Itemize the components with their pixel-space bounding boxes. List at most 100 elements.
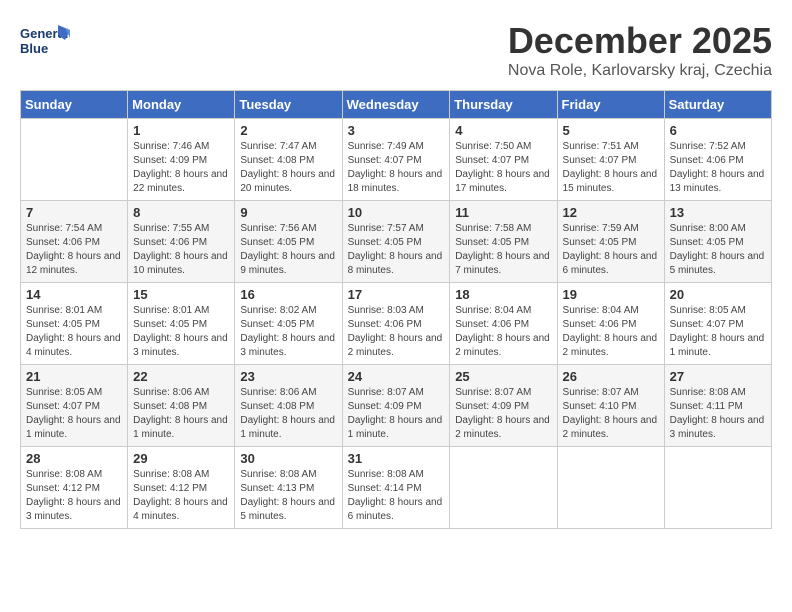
calendar-cell: 6 Sunrise: 7:52 AMSunset: 4:06 PMDaylight… — [664, 119, 771, 201]
calendar-week-row: 28 Sunrise: 8:08 AMSunset: 4:12 PMDayligh… — [21, 447, 772, 529]
day-number: 10 — [348, 205, 445, 220]
calendar-header-wednesday: Wednesday — [342, 91, 450, 119]
calendar-cell: 28 Sunrise: 8:08 AMSunset: 4:12 PMDayligh… — [21, 447, 128, 529]
day-info: Sunrise: 7:55 AMSunset: 4:06 PMDaylight:… — [133, 222, 229, 278]
day-number: 5 — [563, 123, 659, 138]
day-number: 26 — [563, 369, 659, 384]
calendar-header-tuesday: Tuesday — [235, 91, 342, 119]
calendar-header-row: SundayMondayTuesdayWednesdayThursdayFrid… — [21, 91, 772, 119]
day-number: 25 — [455, 369, 551, 384]
calendar-header-monday: Monday — [128, 91, 235, 119]
calendar-cell: 31Sunrise: 8:08 AMSunset: 4:14 PMDayligh… — [342, 447, 450, 529]
calendar-cell: 3 Sunrise: 7:49 AMSunset: 4:07 PMDaylight… — [342, 119, 450, 201]
day-info: Sunrise: 8:07 AMSunset: 4:09 PMDaylight:… — [348, 386, 445, 442]
day-number: 6 — [670, 123, 766, 138]
day-number: 1 — [133, 123, 229, 138]
calendar-cell: 14 Sunrise: 8:01 AMSunset: 4:05 PMDayligh… — [21, 283, 128, 365]
calendar-cell: 20 Sunrise: 8:05 AMSunset: 4:07 PMDayligh… — [664, 283, 771, 365]
calendar-cell: 2Sunrise: 7:47 AMSunset: 4:08 PMDaylight… — [235, 119, 342, 201]
day-info: Sunrise: 8:00 AMSunset: 4:05 PMDaylight:… — [670, 222, 766, 278]
day-number: 14 — [26, 287, 122, 302]
day-info: Sunrise: 7:50 AMSunset: 4:07 PMDaylight:… — [455, 140, 551, 196]
day-number: 23 — [240, 369, 336, 384]
calendar-header-sunday: Sunday — [21, 91, 128, 119]
logo-icon: General Blue — [20, 20, 70, 60]
day-info: Sunrise: 8:08 AMSunset: 4:11 PMDaylight:… — [670, 386, 766, 442]
day-number: 21 — [26, 369, 122, 384]
day-info: Sunrise: 8:05 AMSunset: 4:07 PMDaylight:… — [670, 304, 766, 360]
calendar-cell — [450, 447, 557, 529]
day-info: Sunrise: 8:06 AMSunset: 4:08 PMDaylight:… — [133, 386, 229, 442]
day-info: Sunrise: 8:07 AMSunset: 4:09 PMDaylight:… — [455, 386, 551, 442]
day-number: 7 — [26, 205, 122, 220]
day-number: 19 — [563, 287, 659, 302]
calendar-cell: 13Sunrise: 8:00 AMSunset: 4:05 PMDayligh… — [664, 201, 771, 283]
calendar-cell: 9 Sunrise: 7:56 AMSunset: 4:05 PMDaylight… — [235, 201, 342, 283]
day-info: Sunrise: 8:08 AMSunset: 4:12 PMDaylight:… — [133, 468, 229, 524]
day-number: 2 — [240, 123, 336, 138]
day-info: Sunrise: 8:02 AMSunset: 4:05 PMDaylight:… — [240, 304, 336, 360]
calendar-cell: 7Sunrise: 7:54 AMSunset: 4:06 PMDaylight… — [21, 201, 128, 283]
calendar-cell: 12Sunrise: 7:59 AMSunset: 4:05 PMDayligh… — [557, 201, 664, 283]
calendar-cell: 5 Sunrise: 7:51 AMSunset: 4:07 PMDaylight… — [557, 119, 664, 201]
calendar-week-row: 7Sunrise: 7:54 AMSunset: 4:06 PMDaylight… — [21, 201, 772, 283]
calendar-cell: 30 Sunrise: 8:08 AMSunset: 4:13 PMDayligh… — [235, 447, 342, 529]
day-number: 24 — [348, 369, 445, 384]
calendar-cell — [557, 447, 664, 529]
page-header: General Blue December 2025 Nova Role, Ka… — [20, 20, 772, 80]
calendar-cell: 29 Sunrise: 8:08 AMSunset: 4:12 PMDayligh… — [128, 447, 235, 529]
calendar-header-saturday: Saturday — [664, 91, 771, 119]
calendar-cell: 8 Sunrise: 7:55 AMSunset: 4:06 PMDaylight… — [128, 201, 235, 283]
calendar-header-thursday: Thursday — [450, 91, 557, 119]
day-number: 30 — [240, 451, 336, 466]
title-block: December 2025 Nova Role, Karlovarsky kra… — [508, 20, 772, 80]
calendar-cell: 23 Sunrise: 8:06 AMSunset: 4:08 PMDayligh… — [235, 365, 342, 447]
calendar-cell: 27Sunrise: 8:08 AMSunset: 4:11 PMDayligh… — [664, 365, 771, 447]
day-info: Sunrise: 8:04 AMSunset: 4:06 PMDaylight:… — [455, 304, 551, 360]
month-title: December 2025 — [508, 20, 772, 62]
calendar-cell: 25 Sunrise: 8:07 AMSunset: 4:09 PMDayligh… — [450, 365, 557, 447]
calendar-week-row: 1 Sunrise: 7:46 AMSunset: 4:09 PMDaylight… — [21, 119, 772, 201]
calendar-week-row: 21 Sunrise: 8:05 AMSunset: 4:07 PMDayligh… — [21, 365, 772, 447]
calendar-cell — [664, 447, 771, 529]
calendar-cell: 19 Sunrise: 8:04 AMSunset: 4:06 PMDayligh… — [557, 283, 664, 365]
day-number: 3 — [348, 123, 445, 138]
calendar-cell: 24 Sunrise: 8:07 AMSunset: 4:09 PMDayligh… — [342, 365, 450, 447]
day-number: 8 — [133, 205, 229, 220]
day-info: Sunrise: 7:57 AMSunset: 4:05 PMDaylight:… — [348, 222, 445, 278]
calendar-cell: 22Sunrise: 8:06 AMSunset: 4:08 PMDayligh… — [128, 365, 235, 447]
day-info: Sunrise: 7:56 AMSunset: 4:05 PMDaylight:… — [240, 222, 336, 278]
calendar-cell: 10 Sunrise: 7:57 AMSunset: 4:05 PMDayligh… — [342, 201, 450, 283]
day-info: Sunrise: 8:07 AMSunset: 4:10 PMDaylight:… — [563, 386, 659, 442]
calendar-week-row: 14 Sunrise: 8:01 AMSunset: 4:05 PMDayligh… — [21, 283, 772, 365]
day-info: Sunrise: 8:06 AMSunset: 4:08 PMDaylight:… — [240, 386, 336, 442]
day-number: 20 — [670, 287, 766, 302]
day-info: Sunrise: 7:49 AMSunset: 4:07 PMDaylight:… — [348, 140, 445, 196]
day-info: Sunrise: 7:51 AMSunset: 4:07 PMDaylight:… — [563, 140, 659, 196]
day-info: Sunrise: 8:04 AMSunset: 4:06 PMDaylight:… — [563, 304, 659, 360]
calendar-header-friday: Friday — [557, 91, 664, 119]
logo: General Blue — [20, 20, 74, 60]
day-info: Sunrise: 8:01 AMSunset: 4:05 PMDaylight:… — [26, 304, 122, 360]
day-info: Sunrise: 8:08 AMSunset: 4:13 PMDaylight:… — [240, 468, 336, 524]
calendar-table: SundayMondayTuesdayWednesdayThursdayFrid… — [20, 90, 772, 529]
day-info: Sunrise: 7:58 AMSunset: 4:05 PMDaylight:… — [455, 222, 551, 278]
day-number: 9 — [240, 205, 336, 220]
calendar-cell: 21 Sunrise: 8:05 AMSunset: 4:07 PMDayligh… — [21, 365, 128, 447]
day-number: 28 — [26, 451, 122, 466]
day-number: 15 — [133, 287, 229, 302]
day-info: Sunrise: 7:46 AMSunset: 4:09 PMDaylight:… — [133, 140, 229, 196]
day-info: Sunrise: 8:08 AMSunset: 4:14 PMDaylight:… — [348, 468, 445, 524]
day-info: Sunrise: 7:52 AMSunset: 4:06 PMDaylight:… — [670, 140, 766, 196]
calendar-cell: 16Sunrise: 8:02 AMSunset: 4:05 PMDayligh… — [235, 283, 342, 365]
day-number: 12 — [563, 205, 659, 220]
day-info: Sunrise: 8:05 AMSunset: 4:07 PMDaylight:… — [26, 386, 122, 442]
day-number: 18 — [455, 287, 551, 302]
calendar-cell: 1 Sunrise: 7:46 AMSunset: 4:09 PMDaylight… — [128, 119, 235, 201]
calendar-cell: 17Sunrise: 8:03 AMSunset: 4:06 PMDayligh… — [342, 283, 450, 365]
day-info: Sunrise: 8:08 AMSunset: 4:12 PMDaylight:… — [26, 468, 122, 524]
svg-text:Blue: Blue — [20, 41, 48, 56]
day-number: 29 — [133, 451, 229, 466]
calendar-cell: 11 Sunrise: 7:58 AMSunset: 4:05 PMDayligh… — [450, 201, 557, 283]
day-number: 11 — [455, 205, 551, 220]
